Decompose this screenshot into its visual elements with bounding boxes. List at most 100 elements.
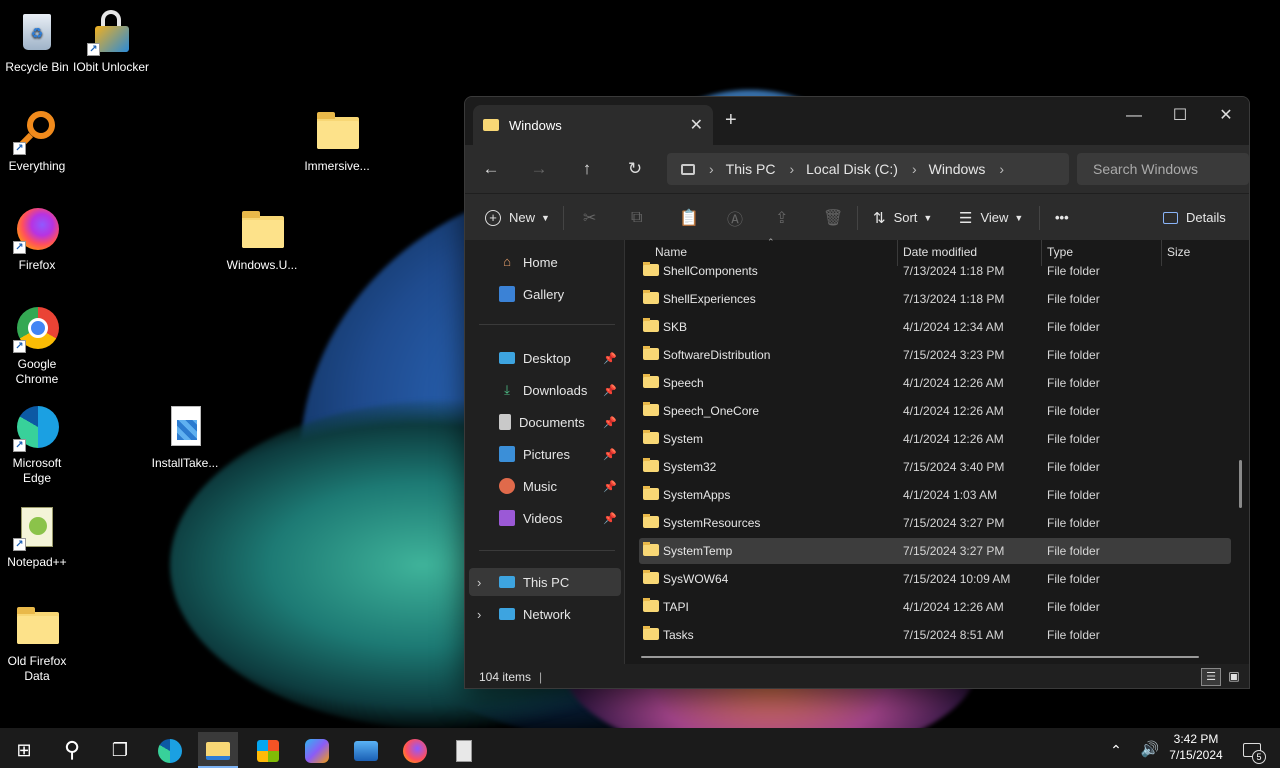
cut-button[interactable]: ✂ <box>583 194 596 241</box>
table-row[interactable]: TAPI 4/1/2024 12:26 AM File folder <box>639 594 1231 620</box>
navigation-pane: ⌂ Home Gallery Desktop 📌 ⤓ Downloads 📌 D… <box>465 240 625 664</box>
new-button[interactable]: + New ▼ <box>485 194 550 241</box>
rename-button[interactable]: Ⓐ <box>727 194 743 241</box>
nav-item-downloads[interactable]: ⤓ Downloads 📌 <box>469 376 621 404</box>
nav-item-music[interactable]: Music 📌 <box>469 472 621 500</box>
close-tab-icon[interactable]: ✕ <box>690 115 703 135</box>
table-row[interactable]: SystemApps 4/1/2024 1:03 AM File folder <box>639 482 1231 508</box>
vertical-scrollbar[interactable] <box>1239 460 1242 508</box>
table-row[interactable]: System 4/1/2024 12:26 AM File folder <box>639 426 1231 452</box>
details-view-icon[interactable]: ☰ <box>1201 668 1221 686</box>
back-button[interactable]: ← <box>467 159 515 179</box>
pin-icon[interactable]: 📌 <box>603 416 617 429</box>
chevron-up-icon[interactable]: ⌃ <box>1106 732 1126 768</box>
desktop-icon-installtake[interactable]: InstallTake... <box>145 404 225 471</box>
table-row[interactable]: SKB 4/1/2024 12:34 AM File folder <box>639 314 1231 340</box>
volume-icon[interactable]: 🔊 <box>1138 732 1162 768</box>
edge-icon[interactable] <box>150 732 190 768</box>
chevron-right-icon[interactable]: › <box>477 607 481 622</box>
paste-button[interactable]: 📋 <box>679 194 699 241</box>
file-explorer-icon[interactable] <box>198 732 238 768</box>
search-input[interactable]: Search Windows <box>1077 153 1249 185</box>
column-name[interactable]: Name <box>655 245 687 259</box>
table-row[interactable]: System32 7/15/2024 3:40 PM File folder <box>639 454 1231 480</box>
pin-icon[interactable]: 📌 <box>603 480 617 493</box>
folder-icon <box>643 458 659 472</box>
desktop-icon-recycle-bin[interactable]: ♻ Recycle Bin <box>0 8 77 75</box>
nav-item-this-pc[interactable]: › This PC <box>469 568 621 596</box>
maximize-button[interactable]: ☐ <box>1157 101 1203 131</box>
clock[interactable]: 3:42 PM 7/15/2024 <box>1166 731 1226 763</box>
desktop-icon-old-firefox-data[interactable]: Old Firefox Data <box>0 602 77 684</box>
up-button[interactable]: ↑ <box>563 159 611 179</box>
desktop-icon-windows-u-folder[interactable]: Windows.U... <box>222 206 302 273</box>
table-row[interactable]: SystemResources 7/15/2024 3:27 PM File fol… <box>639 510 1231 536</box>
firefox-icon[interactable] <box>395 732 435 768</box>
desktop-icon-google-chrome[interactable]: ↗ Google Chrome <box>0 305 77 387</box>
table-row[interactable]: ShellExperiences 7/13/2024 1:18 PM File fo… <box>639 286 1231 312</box>
desktop-icon-microsoft-edge[interactable]: ↗ Microsoft Edge <box>0 404 77 486</box>
file-date-modified: 4/1/2024 12:26 AM <box>903 376 1004 390</box>
task-view-icon[interactable]: ❐ <box>100 732 140 768</box>
chevron-right-icon[interactable]: › <box>477 575 481 590</box>
more-options-button[interactable]: ••• <box>1055 194 1069 241</box>
search-icon[interactable]: ⚲ <box>52 732 92 768</box>
desktop-icon-iobit-unlocker[interactable]: ↗ IObit Unlocker <box>71 8 151 75</box>
address-bar[interactable]: › This PC › Local Disk (C:) › Windows › <box>667 153 1069 185</box>
column-date-modified[interactable]: Date modified <box>903 245 977 259</box>
horizontal-scrollbar[interactable] <box>641 656 1199 658</box>
nav-item-pictures[interactable]: Pictures 📌 <box>469 440 621 468</box>
close-window-button[interactable]: ✕ <box>1203 101 1249 131</box>
desktop-icon-firefox[interactable]: ↗ Firefox <box>0 206 77 273</box>
table-row[interactable]: SoftwareDistribution 7/15/2024 3:23 PM Fil… <box>639 342 1231 368</box>
breadcrumb-this-pc[interactable]: This PC <box>726 161 776 177</box>
column-size[interactable]: Size <box>1167 245 1190 259</box>
notepad-icon[interactable] <box>444 732 484 768</box>
new-tab-button[interactable]: + <box>725 109 737 132</box>
notification-center-icon[interactable]: 5 <box>1232 732 1272 768</box>
table-row[interactable]: Tasks 7/15/2024 8:51 AM File folder <box>639 622 1231 648</box>
photos-icon[interactable] <box>346 732 386 768</box>
forward-button[interactable]: → <box>515 159 563 179</box>
desktop-icon-everything[interactable]: ↗ Everything <box>0 107 77 174</box>
nav-item-network[interactable]: › Network <box>469 600 621 628</box>
pin-icon[interactable]: 📌 <box>603 512 617 525</box>
refresh-button[interactable]: ↻ <box>611 159 659 179</box>
share-button[interactable]: ⇪ <box>775 194 788 241</box>
file-name: Speech <box>663 376 704 390</box>
nav-item-videos[interactable]: Videos 📌 <box>469 504 621 532</box>
breadcrumb-windows[interactable]: Windows <box>929 161 986 177</box>
pin-icon[interactable]: 📌 <box>603 448 617 461</box>
file-name: ShellComponents <box>663 264 758 278</box>
nav-item-documents[interactable]: Documents 📌 <box>469 408 621 436</box>
desktop-icon-immersive-folder[interactable]: Immersive... <box>297 107 377 174</box>
copilot-icon[interactable] <box>297 732 337 768</box>
pin-icon[interactable]: 📌 <box>603 384 617 397</box>
desktop-icon-notepadpp[interactable]: ↗ Notepad++ <box>0 503 77 570</box>
details-pane-button[interactable]: Details <box>1163 194 1226 241</box>
table-row[interactable]: Speech_OneCore 4/1/2024 12:26 AM File fold… <box>639 398 1231 424</box>
table-row[interactable]: SysWOW64 7/15/2024 10:09 AM File folder <box>639 566 1231 592</box>
copy-button[interactable]: ⧉ <box>631 194 642 241</box>
table-row[interactable]: Speech 4/1/2024 12:26 AM File folder <box>639 370 1231 396</box>
breadcrumb-local-disk[interactable]: Local Disk (C:) <box>806 161 898 177</box>
table-row[interactable]: SystemTemp 7/15/2024 3:27 PM File folder <box>639 538 1231 564</box>
sort-button[interactable]: ⇅ Sort ▼ <box>873 194 932 241</box>
nav-item-desktop[interactable]: Desktop 📌 <box>469 344 621 372</box>
delete-button[interactable]: 🗑 <box>823 194 843 241</box>
pin-icon[interactable]: 📌 <box>603 352 617 365</box>
nav-item-gallery[interactable]: Gallery <box>469 280 621 308</box>
tiles-view-icon[interactable]: ▣ <box>1225 668 1243 686</box>
store-icon[interactable] <box>248 732 288 768</box>
nav-item-home[interactable]: ⌂ Home <box>469 248 621 276</box>
desktop-icon-label: Microsoft Edge <box>12 456 62 485</box>
start-icon[interactable]: ⊞ <box>4 732 44 768</box>
minimize-button[interactable]: — <box>1111 101 1157 131</box>
view-button[interactable]: ☰ View ▼ <box>959 194 1023 241</box>
tab-windows[interactable]: Windows ✕ <box>473 105 713 145</box>
column-type[interactable]: Type <box>1047 245 1073 259</box>
table-row[interactable]: ShellComponents 7/13/2024 1:18 PM File fol… <box>639 258 1231 284</box>
videos-icon <box>499 510 515 526</box>
desktop-icon-label: Recycle Bin <box>5 60 69 74</box>
desktop-icon-label: Windows.U... <box>226 258 298 272</box>
